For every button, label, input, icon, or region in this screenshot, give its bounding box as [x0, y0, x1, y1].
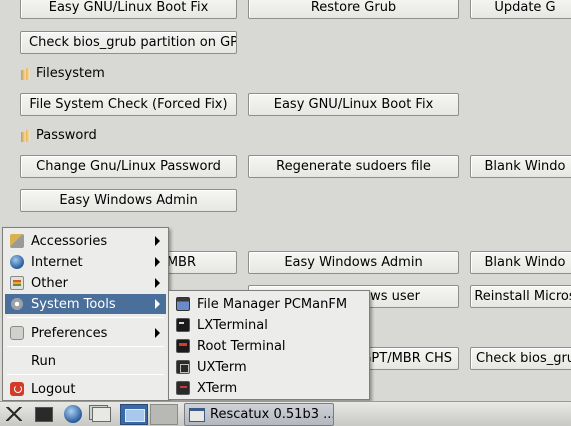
submenu-item-lxterminal[interactable]: LXTerminal	[171, 315, 367, 335]
gear-icon	[10, 297, 24, 311]
start-menu: Accessories Internet Other System Tools …	[2, 227, 169, 401]
password-section-header: Password	[20, 128, 97, 143]
submenu-arrow-icon	[155, 328, 160, 338]
menu-item-accessories[interactable]: Accessories	[5, 231, 166, 251]
easy-windows-admin-button-2[interactable]: Easy Windows Admin	[248, 251, 459, 274]
filesystem-section-label: Filesystem	[36, 66, 105, 81]
submenu-item-label: LXTerminal	[197, 317, 268, 333]
easy-linux-boot-fix-button[interactable]: Easy GNU/Linux Boot Fix	[20, 0, 237, 19]
menu-item-logout[interactable]: Logout	[5, 379, 166, 399]
menu-item-run[interactable]: Run	[5, 351, 166, 371]
accessories-icon	[10, 234, 24, 248]
submenu-arrow-icon	[155, 257, 160, 267]
menu-item-label: Run	[31, 353, 56, 369]
submenu-arrow-icon	[155, 236, 160, 246]
submenu-item-label: XTerm	[197, 380, 238, 396]
menu-item-other[interactable]: Other	[5, 273, 166, 293]
menu-item-label: Logout	[31, 381, 76, 397]
web-browser-icon[interactable]	[62, 404, 84, 424]
menu-item-label: Other	[31, 275, 68, 291]
easy-windows-admin-button[interactable]: Easy Windows Admin	[20, 189, 237, 212]
desktop-pager-2[interactable]	[150, 404, 178, 425]
update-grub-button[interactable]: Update G	[470, 0, 571, 19]
window-icon	[189, 407, 205, 422]
taskbar: Rescatux 0.51b3 ...	[0, 401, 571, 426]
start-menu-icon[interactable]	[4, 404, 26, 424]
folder-icon	[20, 67, 34, 81]
logout-power-icon	[10, 382, 24, 396]
menu-separator	[7, 317, 164, 318]
check-bios-grub-button-2[interactable]: Check bios_gru	[470, 347, 571, 370]
submenu-item-xterm[interactable]: XTerm	[171, 378, 367, 398]
change-linux-password-button[interactable]: Change Gnu/Linux Password	[20, 155, 237, 178]
submenu-item-uxterm[interactable]: UXTerm	[171, 357, 367, 377]
submenu-item-label: Root Terminal	[197, 338, 286, 354]
preferences-icon	[10, 326, 24, 340]
xterm-icon	[176, 381, 190, 395]
folder-icon	[20, 129, 34, 143]
menu-item-system-tools[interactable]: System Tools	[5, 294, 166, 314]
internet-globe-icon	[10, 255, 24, 269]
show-desktop-icon[interactable]	[90, 404, 112, 424]
terminal-launcher-icon[interactable]	[32, 404, 54, 424]
menu-item-preferences[interactable]: Preferences	[5, 323, 166, 343]
other-icon	[10, 276, 24, 290]
menu-separator	[7, 346, 164, 347]
desktop-pager-1[interactable]	[120, 404, 148, 425]
system-tools-submenu: File Manager PCManFM LXTerminal Root Ter…	[168, 290, 370, 400]
menu-separator	[7, 374, 164, 375]
uxterm-icon	[176, 360, 190, 374]
terminal-icon	[176, 318, 190, 332]
taskbar-window-label: Rescatux 0.51b3 ...	[210, 407, 334, 422]
filesystem-section-header: Filesystem	[20, 66, 105, 81]
submenu-item-file-manager[interactable]: File Manager PCManFM	[171, 294, 367, 314]
regenerate-sudoers-button[interactable]: Regenerate sudoers file	[248, 155, 459, 178]
submenu-arrow-icon	[155, 278, 160, 288]
root-terminal-icon	[176, 339, 190, 353]
reinstall-microsoft-button[interactable]: Reinstall Micros	[470, 285, 571, 308]
blank-windows-password-button[interactable]: Blank Windo	[470, 155, 571, 178]
menu-item-label: Preferences	[31, 325, 108, 341]
menu-item-internet[interactable]: Internet	[5, 252, 166, 272]
easy-linux-boot-fix-button-2[interactable]: Easy GNU/Linux Boot Fix	[248, 93, 459, 116]
check-bios-grub-button[interactable]: Check bios_grub partition on GPT	[20, 31, 237, 54]
menu-item-label: Accessories	[31, 233, 108, 249]
blank-windows-button-2[interactable]: Blank Windo	[470, 251, 571, 274]
password-section-label: Password	[36, 128, 97, 143]
submenu-arrow-icon	[155, 299, 160, 309]
submenu-item-label: File Manager PCManFM	[197, 296, 348, 312]
run-icon	[10, 354, 24, 368]
filesystem-check-button[interactable]: File System Check (Forced Fix)	[20, 93, 237, 116]
file-manager-icon	[176, 297, 190, 311]
taskbar-window-rescatux[interactable]: Rescatux 0.51b3 ...	[184, 403, 334, 426]
submenu-item-label: UXTerm	[197, 359, 247, 375]
menu-item-label: System Tools	[31, 296, 116, 312]
submenu-item-root-terminal[interactable]: Root Terminal	[171, 336, 367, 356]
restore-grub-button[interactable]: Restore Grub	[248, 0, 459, 19]
menu-item-label: Internet	[31, 254, 83, 270]
